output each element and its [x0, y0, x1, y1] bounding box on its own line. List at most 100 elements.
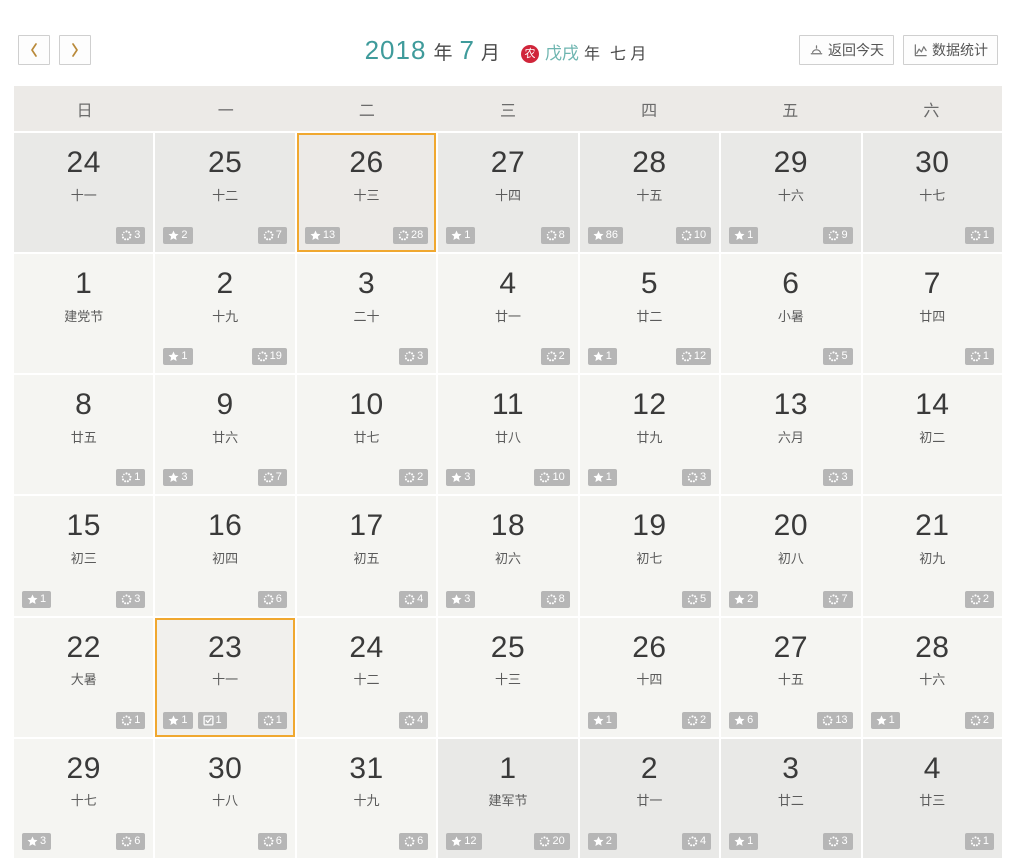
activity-badge[interactable]: 9 — [823, 227, 853, 245]
star-badge[interactable]: 3 — [163, 469, 193, 487]
activity-badge[interactable]: 3 — [116, 227, 146, 245]
day-cell[interactable]: 25 十三 — [438, 617, 578, 737]
activity-badge[interactable]: 4 — [682, 832, 712, 850]
day-cell[interactable]: 27 十五 6 13 — [721, 617, 861, 737]
activity-badge[interactable]: 3 — [823, 832, 853, 850]
back-to-today-button[interactable]: 返回今天 — [799, 35, 894, 65]
day-cell[interactable]: 4 廿三 1 — [862, 738, 1002, 858]
activity-badge[interactable]: 1 — [964, 348, 994, 366]
day-cell[interactable]: 16 初四 6 — [155, 496, 295, 616]
star-badge[interactable]: 1 — [729, 227, 759, 245]
star-badge[interactable]: 2 — [163, 227, 193, 245]
next-month-button[interactable] — [59, 35, 91, 65]
checkbox-badge[interactable]: 1 — [197, 711, 227, 729]
day-cell[interactable]: 14 初二 — [862, 375, 1002, 495]
day-cell[interactable]: 13 六月 3 — [721, 375, 861, 495]
activity-badge[interactable]: 3 — [399, 348, 429, 366]
activity-badge[interactable]: 3 — [823, 469, 853, 487]
star-badge[interactable]: 3 — [22, 832, 52, 850]
day-cell[interactable]: 24 十一 3 — [14, 133, 154, 253]
star-badge[interactable]: 3 — [446, 590, 476, 608]
activity-badge[interactable]: 1 — [964, 832, 994, 850]
activity-badge[interactable]: 1 — [964, 227, 994, 245]
day-cell[interactable]: 1 建党节 — [14, 254, 154, 374]
day-cell[interactable]: 1 建军节 12 20 — [438, 738, 578, 858]
star-badge[interactable]: 1 — [587, 711, 617, 729]
day-cell[interactable]: 19 初七 5 — [579, 496, 720, 616]
day-cell[interactable]: 7 廿四 1 — [862, 254, 1002, 374]
day-cell[interactable]: 28 十五 86 10 — [579, 133, 720, 253]
star-badge[interactable]: 1 — [729, 832, 759, 850]
data-statistics-button[interactable]: 数据统计 — [903, 35, 998, 65]
activity-badge[interactable]: 2 — [682, 711, 712, 729]
day-cell[interactable]: 29 十七 3 6 — [14, 738, 154, 858]
activity-badge[interactable]: 2 — [964, 711, 994, 729]
day-cell[interactable]: 2 廿一 2 4 — [579, 738, 720, 858]
activity-badge[interactable]: 3 — [116, 590, 146, 608]
day-cell[interactable]: 28 十六 1 2 — [862, 617, 1002, 737]
activity-badge[interactable]: 6 — [257, 832, 287, 850]
day-cell[interactable]: 31 十九 6 — [296, 738, 437, 858]
day-cell[interactable]: 4 廿一 2 — [438, 254, 578, 374]
day-cell[interactable]: 25 十二 2 7 — [155, 133, 295, 253]
day-cell[interactable]: 23 十一 1 1 1 — [155, 617, 295, 737]
star-badge[interactable]: 2 — [729, 590, 759, 608]
day-cell[interactable]: 26 十三 13 28 — [296, 133, 437, 253]
day-cell[interactable]: 11 廿八 3 10 — [438, 375, 578, 495]
day-cell[interactable]: 24 十二 4 — [296, 617, 437, 737]
day-cell[interactable]: 12 廿九 1 3 — [579, 375, 720, 495]
activity-badge[interactable]: 2 — [540, 348, 570, 366]
day-cell[interactable]: 22 大暑 1 — [14, 617, 154, 737]
day-cell[interactable]: 8 廿五 1 — [14, 375, 154, 495]
day-cell[interactable]: 18 初六 3 8 — [438, 496, 578, 616]
star-badge[interactable]: 3 — [446, 469, 476, 487]
day-cell[interactable]: 17 初五 4 — [296, 496, 437, 616]
activity-badge[interactable]: 4 — [399, 711, 429, 729]
star-badge[interactable]: 1 — [587, 348, 617, 366]
activity-badge[interactable]: 10 — [534, 469, 570, 487]
star-badge[interactable]: 13 — [304, 227, 341, 245]
day-cell[interactable]: 27 十四 1 8 — [438, 133, 578, 253]
activity-badge[interactable]: 6 — [257, 590, 287, 608]
star-badge[interactable]: 1 — [22, 590, 52, 608]
day-cell[interactable]: 15 初三 1 3 — [14, 496, 154, 616]
star-badge[interactable]: 86 — [587, 227, 623, 245]
activity-badge[interactable]: 8 — [540, 227, 570, 245]
star-badge[interactable]: 12 — [446, 832, 482, 850]
activity-badge[interactable]: 3 — [682, 469, 712, 487]
activity-badge[interactable]: 6 — [399, 832, 429, 850]
star-badge[interactable]: 1 — [163, 348, 193, 366]
activity-badge[interactable]: 19 — [251, 348, 287, 366]
activity-badge[interactable]: 6 — [116, 832, 146, 850]
activity-badge[interactable]: 7 — [257, 227, 287, 245]
activity-badge[interactable]: 7 — [823, 590, 853, 608]
activity-badge[interactable]: 12 — [675, 348, 712, 366]
day-cell[interactable]: 5 廿二 1 12 — [579, 254, 720, 374]
activity-badge[interactable]: 20 — [534, 832, 570, 850]
day-cell[interactable]: 29 十六 1 9 — [721, 133, 861, 253]
activity-badge[interactable]: 2 — [399, 469, 429, 487]
day-cell[interactable]: 3 廿二 1 3 — [721, 738, 861, 858]
day-cell[interactable]: 6 小暑 5 — [721, 254, 861, 374]
star-badge[interactable]: 1 — [446, 227, 476, 245]
activity-badge[interactable]: 28 — [393, 227, 429, 245]
activity-badge[interactable]: 1 — [116, 711, 146, 729]
day-cell[interactable]: 26 十四 1 2 — [579, 617, 720, 737]
day-cell[interactable]: 21 初九 2 — [862, 496, 1002, 616]
day-cell[interactable]: 10 廿七 2 — [296, 375, 437, 495]
day-cell[interactable]: 3 二十 3 — [296, 254, 437, 374]
day-cell[interactable]: 9 廿六 3 7 — [155, 375, 295, 495]
activity-badge[interactable]: 8 — [540, 590, 570, 608]
star-badge[interactable]: 2 — [587, 832, 617, 850]
day-cell[interactable]: 20 初八 2 7 — [721, 496, 861, 616]
activity-badge[interactable]: 10 — [675, 227, 712, 245]
activity-badge[interactable]: 7 — [257, 469, 287, 487]
activity-badge[interactable]: 1 — [116, 469, 146, 487]
day-cell[interactable]: 2 十九 1 19 — [155, 254, 295, 374]
day-cell[interactable]: 30 十八 6 — [155, 738, 295, 858]
star-badge[interactable]: 1 — [163, 711, 193, 729]
star-badge[interactable]: 6 — [729, 711, 759, 729]
star-badge[interactable]: 1 — [587, 469, 617, 487]
day-cell[interactable]: 30 十七 1 — [862, 133, 1002, 253]
activity-badge[interactable]: 4 — [399, 590, 429, 608]
